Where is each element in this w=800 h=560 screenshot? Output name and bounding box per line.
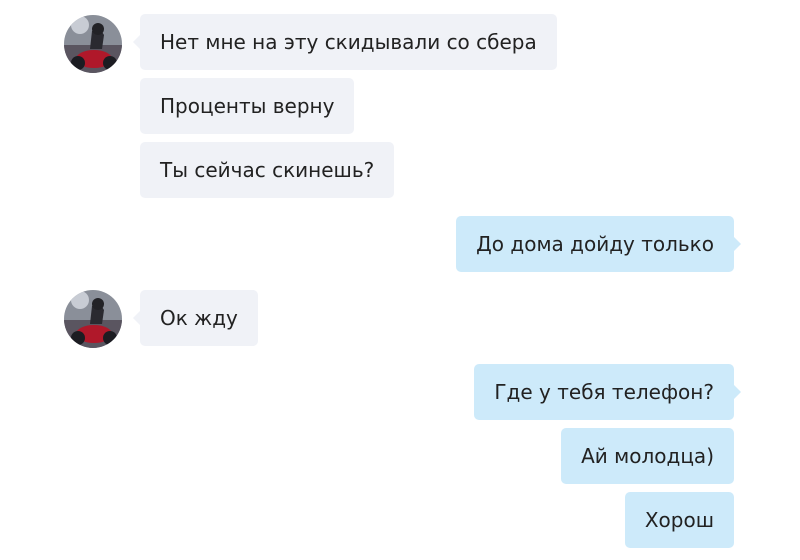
message-text: Хорош (644, 508, 714, 532)
message-text: Проценты верну (160, 94, 335, 118)
chat-message-list[interactable]: Нет мне на эту скидывали со сбера Процен… (0, 0, 800, 560)
contact-avatar-motorcycle-icon (64, 290, 122, 348)
message-text: Нет мне на эту скидывали со сбера (160, 30, 537, 54)
outgoing-message-bubble[interactable]: Хорош (624, 492, 734, 548)
outgoing-message-bubble[interactable]: Где у тебя телефон? (474, 364, 741, 420)
bubble-tail (734, 237, 741, 251)
message-text: Ай молодца) (581, 444, 714, 468)
incoming-message-bubble[interactable]: Проценты верну (140, 78, 355, 134)
bubble-tail (734, 385, 741, 399)
contact-avatar-motorcycle-icon (64, 15, 122, 73)
bubble-tail (133, 311, 140, 325)
message-text: Где у тебя телефон? (494, 380, 714, 404)
outgoing-message-bubble[interactable]: До дома дойду только (456, 216, 741, 272)
outgoing-message-bubble[interactable]: Ай молодца) (561, 428, 734, 484)
bubble-tail (133, 35, 140, 49)
contact-avatar[interactable] (64, 15, 122, 73)
message-text: До дома дойду только (476, 232, 714, 256)
incoming-message-bubble[interactable]: Ок жду (133, 290, 258, 346)
incoming-message-bubble[interactable]: Нет мне на эту скидывали со сбера (133, 14, 557, 70)
message-text: Ок жду (160, 306, 238, 330)
message-text: Ты сейчас скинешь? (160, 158, 375, 182)
contact-avatar[interactable] (64, 290, 122, 348)
incoming-message-bubble[interactable]: Ты сейчас скинешь? (140, 142, 395, 198)
